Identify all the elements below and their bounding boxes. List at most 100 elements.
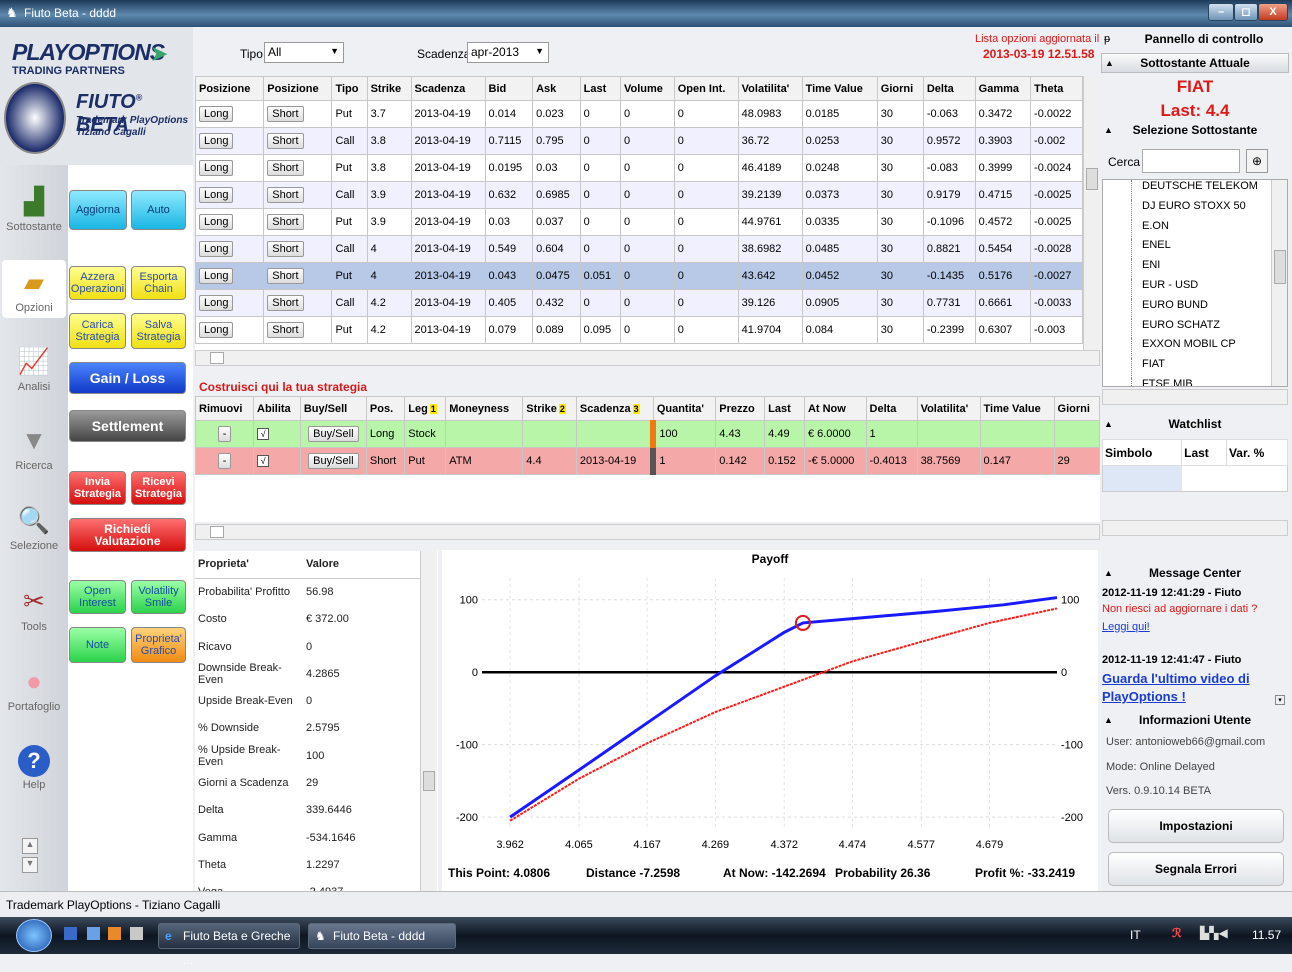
long-button[interactable]: Long bbox=[199, 133, 234, 149]
long-button[interactable]: Long bbox=[199, 295, 234, 311]
message1-link[interactable]: Leggi qui! bbox=[1102, 621, 1150, 633]
enable-checkbox[interactable]: √ bbox=[257, 428, 270, 440]
esporta-chain-button[interactable]: Esporta Chain bbox=[131, 266, 186, 300]
strategy-col-header[interactable]: Scadenza 3 bbox=[575, 396, 654, 421]
option-row[interactable]: Long Short Call 3.8 2013-04-19 0.7115 0.795 0 0 0… bbox=[195, 127, 1083, 155]
message-center-header[interactable]: ▲ Message Center bbox=[1101, 564, 1289, 584]
tree-item[interactable]: EXXON MOBIL CP bbox=[1131, 338, 1287, 359]
strategy-col-header[interactable]: Strike 2 bbox=[522, 396, 577, 421]
option-row[interactable]: Long Short Put 4 2013-04-19 0.043 0.0475 0.051 0… bbox=[195, 262, 1083, 290]
options-col-header[interactable]: Volatilita' bbox=[737, 76, 803, 101]
scroll-thumb[interactable] bbox=[1086, 168, 1098, 190]
enable-checkbox[interactable]: √ bbox=[257, 455, 270, 467]
strategy-qty-cell[interactable]: 100 bbox=[650, 420, 717, 448]
settlement-button[interactable]: Settlement bbox=[69, 410, 186, 442]
tree-item[interactable]: FIAT bbox=[1131, 358, 1287, 378]
carica-strategia-button[interactable]: Carica Strategia bbox=[69, 313, 126, 349]
tree-item[interactable]: FTSE MIB bbox=[1131, 377, 1287, 386]
sidebar-item-selezione[interactable]: 🔍 Selezione bbox=[2, 502, 66, 552]
watch-cell[interactable] bbox=[1226, 466, 1287, 492]
language-indicator[interactable]: IT bbox=[1130, 928, 1141, 942]
strategy-col-header[interactable]: Abilita bbox=[253, 396, 301, 421]
remove-leg-button[interactable]: - bbox=[217, 426, 232, 442]
tree-h-scrollbar[interactable] bbox=[1102, 389, 1288, 405]
invia-strategia-button[interactable]: Invia Strategia bbox=[69, 471, 126, 505]
search-input[interactable] bbox=[1142, 149, 1240, 173]
scroll-thumb[interactable] bbox=[1274, 250, 1286, 284]
maximize-button[interactable]: ◻ bbox=[1234, 3, 1258, 21]
options-col-header[interactable]: Gamma bbox=[974, 76, 1032, 101]
ricevi-strategia-button[interactable]: Ricevi Strategia bbox=[131, 471, 186, 505]
sidebar-item-help[interactable]: ? Help bbox=[2, 745, 66, 791]
properties-scrollbar[interactable] bbox=[420, 551, 437, 891]
option-row[interactable]: Long Short Call 3.9 2013-04-19 0.632 0.6985 0 0 0… bbox=[195, 181, 1083, 209]
tree-item[interactable]: ENEL bbox=[1131, 239, 1287, 260]
options-col-header[interactable]: Last bbox=[579, 76, 622, 101]
close-button[interactable]: X bbox=[1258, 3, 1288, 21]
azzera-operazioni-button[interactable]: Azzera Operazioni bbox=[69, 266, 126, 300]
options-col-header[interactable]: Theta bbox=[1030, 76, 1083, 101]
info-utente-header[interactable]: ▲ Informazioni Utente bbox=[1101, 711, 1289, 731]
tree-item[interactable]: E.ON bbox=[1131, 219, 1287, 240]
short-button[interactable]: Short bbox=[267, 187, 304, 203]
tray-network-icon[interactable]: ▙▚◀ bbox=[1200, 926, 1228, 940]
media-icon[interactable] bbox=[108, 927, 121, 940]
short-button[interactable]: Short bbox=[267, 106, 304, 122]
option-row[interactable]: Long Short Put 3.8 2013-04-19 0.0195 0.03 0 0 0 46… bbox=[195, 154, 1083, 182]
options-col-header[interactable]: Ask bbox=[532, 76, 581, 101]
option-row[interactable]: Long Short Call 4.2 2013-04-19 0.405 0.432 0 0 0 3… bbox=[195, 289, 1083, 317]
tree-item[interactable]: EURO BUND bbox=[1131, 298, 1287, 319]
tipo-select[interactable]: All ▼ bbox=[264, 42, 344, 63]
note-button[interactable]: Note bbox=[69, 627, 126, 663]
short-button[interactable]: Short bbox=[267, 322, 304, 338]
sidebar-item-tools[interactable]: ✂ Tools bbox=[2, 583, 66, 633]
short-button[interactable]: Short bbox=[267, 160, 304, 176]
long-button[interactable]: Long bbox=[199, 106, 234, 122]
strategy-leg-row[interactable]: - √ Buy/Sell Long Stock 100 4.43 4.49 € 6.0000 1 bbox=[194, 420, 1101, 448]
short-button[interactable]: Short bbox=[267, 133, 304, 149]
proprieta-grafico-button[interactable]: Proprieta' Grafico bbox=[131, 627, 186, 663]
sidebar-item-opzioni[interactable]: ▰ Opzioni bbox=[2, 260, 66, 318]
selezione-header[interactable]: ▲ Selezione Sottostante bbox=[1101, 121, 1289, 141]
options-col-header[interactable]: Volume bbox=[620, 76, 675, 101]
options-col-header[interactable]: Time Value bbox=[801, 76, 878, 101]
short-button[interactable]: Short bbox=[267, 268, 304, 284]
short-button[interactable]: Short bbox=[267, 295, 304, 311]
strategy-col-header[interactable]: Delta bbox=[865, 396, 918, 421]
strategy-col-header[interactable]: Time Value bbox=[979, 396, 1055, 421]
message-scroll-button[interactable]: ▾ bbox=[1275, 695, 1285, 705]
message2-link[interactable]: Guarda l'ultimo video di PlayOptions ! bbox=[1102, 670, 1267, 706]
tree-item[interactable]: DEUTSCHE TELEKOM bbox=[1131, 180, 1287, 200]
strategy-col-header[interactable]: At Now bbox=[803, 396, 867, 421]
minimize-button[interactable]: – bbox=[1208, 3, 1234, 21]
scroll-up-button[interactable]: ▲ bbox=[22, 838, 38, 854]
show-desktop-icon[interactable] bbox=[64, 927, 77, 940]
options-vertical-scrollbar[interactable] bbox=[1083, 76, 1100, 350]
buy-sell-button[interactable]: Buy/Sell bbox=[308, 453, 359, 469]
strategy-col-header[interactable]: Rimuovi bbox=[194, 396, 255, 421]
gain-loss-button[interactable]: Gain / Loss bbox=[69, 362, 186, 394]
pin-icon[interactable]: ᵽ bbox=[1104, 33, 1110, 45]
options-col-header[interactable]: Bid bbox=[484, 76, 534, 101]
buy-sell-button[interactable]: Buy/Sell bbox=[308, 426, 359, 442]
options-col-header[interactable]: Open Int. bbox=[673, 76, 739, 101]
strategy-col-header[interactable]: Prezzo bbox=[715, 396, 766, 421]
strategy-col-header[interactable]: Buy/Sell bbox=[299, 396, 367, 421]
tree-scrollbar[interactable] bbox=[1271, 180, 1287, 386]
options-col-header[interactable]: Tipo bbox=[331, 76, 368, 101]
scroll-thumb[interactable] bbox=[423, 771, 435, 791]
options-horizontal-scrollbar[interactable] bbox=[195, 350, 1100, 366]
strategy-col-header[interactable]: Giorni bbox=[1053, 396, 1101, 421]
segnala-errori-button[interactable]: Segnala Errori bbox=[1108, 852, 1284, 886]
options-col-header[interactable]: Giorni bbox=[876, 76, 924, 101]
option-row[interactable]: Long Short Call 4 2013-04-19 0.549 0.604 0 0 0 38.… bbox=[195, 235, 1083, 263]
salva-strategia-button[interactable]: Salva Strategia bbox=[131, 313, 186, 349]
strategy-col-header[interactable]: Moneyness bbox=[445, 396, 524, 421]
h-scroll-thumb[interactable] bbox=[210, 526, 224, 538]
scadenza-select[interactable]: apr-2013 ▼ bbox=[467, 42, 549, 63]
options-col-header[interactable]: Scadenza bbox=[410, 76, 486, 101]
options-col-header[interactable]: Strike bbox=[366, 76, 412, 101]
richiedi-valutazione-button[interactable]: Richiedi Valutazione bbox=[69, 518, 186, 552]
long-button[interactable]: Long bbox=[199, 160, 234, 176]
long-button[interactable]: Long bbox=[199, 214, 234, 230]
